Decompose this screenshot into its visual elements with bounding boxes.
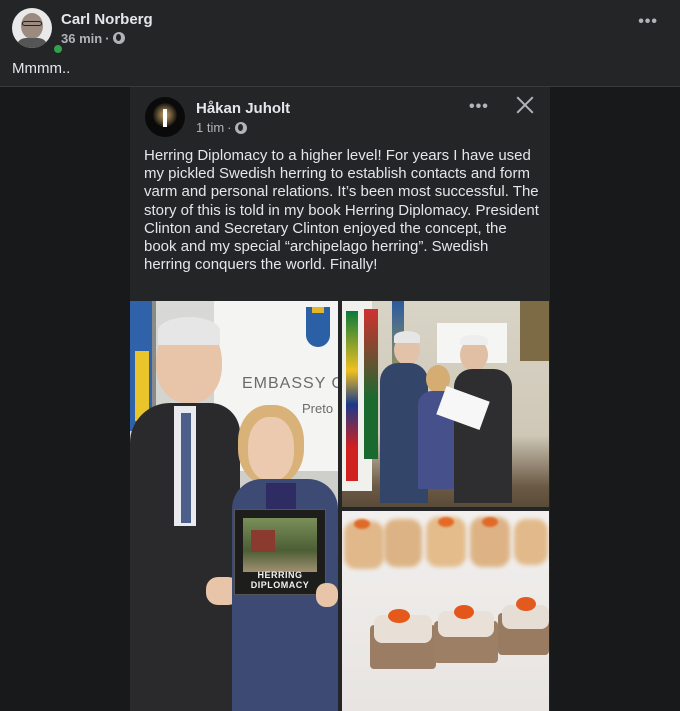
- online-status-dot: [52, 43, 64, 55]
- more-options-icon[interactable]: •••: [638, 13, 658, 31]
- more-options-icon[interactable]: •••: [469, 98, 489, 116]
- photo-reading-book[interactable]: [342, 301, 549, 507]
- embassy-banner-text: EMBASSY O: [242, 375, 338, 392]
- shared-post-meta: 1 tim ·: [196, 120, 247, 135]
- post-meta: 36 min ·: [61, 31, 153, 46]
- post-text: Mmmm..: [12, 60, 71, 77]
- globe-icon[interactable]: [112, 32, 125, 44]
- photo-clintons-with-book[interactable]: EMBASSY O Preto HERRING DIPLOMACY: [130, 301, 338, 711]
- embassy-banner-subtext: Preto: [302, 401, 334, 416]
- author-block: Carl Norberg 36 min ·: [61, 11, 153, 46]
- globe-icon[interactable]: [234, 121, 247, 134]
- book-cover: HERRING DIPLOMACY: [234, 509, 326, 595]
- shared-post-time[interactable]: 1 tim: [196, 120, 224, 135]
- avatar[interactable]: [12, 8, 52, 48]
- shared-avatar[interactable]: [145, 97, 185, 137]
- close-icon[interactable]: [515, 94, 535, 114]
- shared-author-name[interactable]: Håkan Juholt: [196, 100, 290, 117]
- post-header: Carl Norberg 36 min ·: [12, 8, 153, 55]
- post-time[interactable]: 36 min: [61, 31, 102, 46]
- shared-post-text: Herring Diplomacy to a higher level! For…: [144, 147, 539, 274]
- photo-herring-canapes[interactable]: [342, 511, 549, 711]
- shared-post[interactable]: Håkan Juholt 1 tim · ••• Herring Diploma…: [130, 87, 550, 711]
- author-name[interactable]: Carl Norberg: [61, 11, 153, 28]
- book-title: HERRING DIPLOMACY: [250, 570, 310, 590]
